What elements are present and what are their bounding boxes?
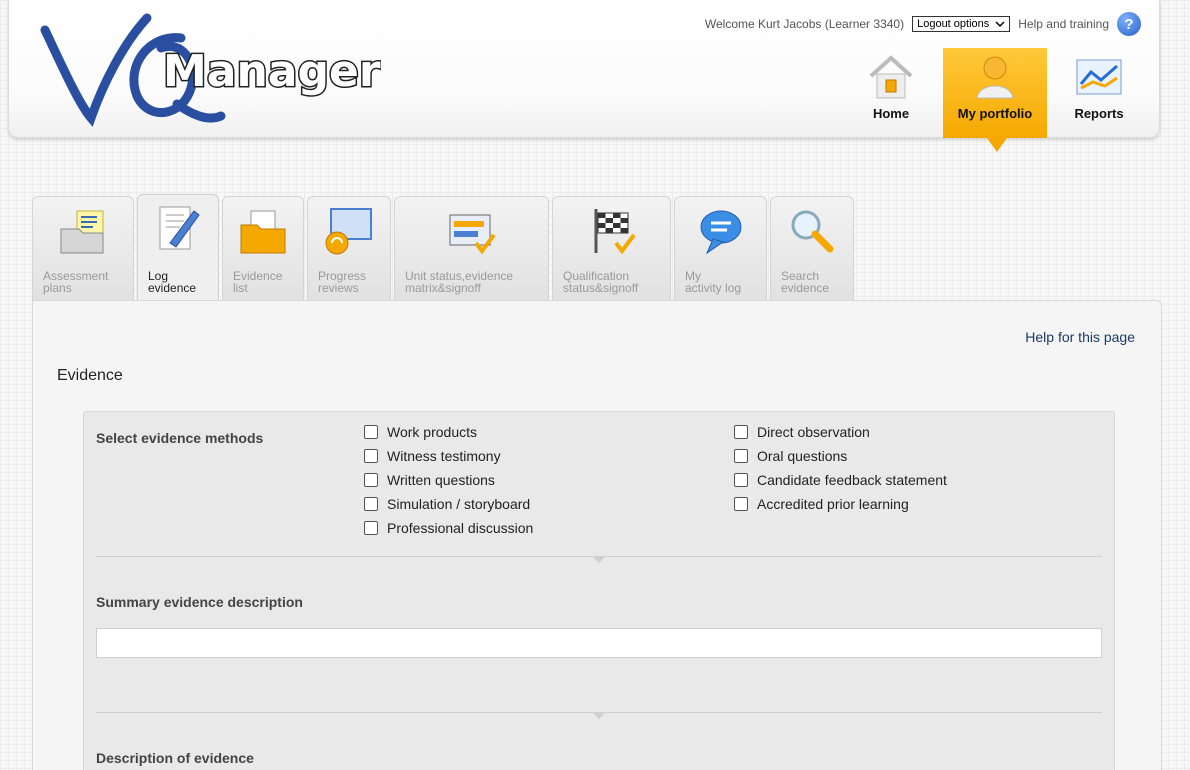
tab-assessment-plans[interactable]: Assessment plans — [32, 196, 134, 300]
logout-options-label: Logout options — [917, 18, 990, 30]
method-accredited-prior-learning[interactable]: Accredited prior learning — [734, 492, 947, 516]
help-for-this-page-link[interactable]: Help for this page — [1025, 329, 1135, 345]
top-bar: Welcome Kurt Jacobs (Learner 3340) Logou… — [705, 12, 1141, 36]
section-divider — [96, 556, 1102, 563]
chart-icon — [1076, 59, 1122, 95]
speech-bubble-icon — [700, 210, 741, 255]
checkbox[interactable] — [364, 473, 378, 487]
svg-text:Manager: Manager — [163, 46, 381, 97]
folder-checklist-icon — [60, 210, 104, 254]
method-label: Accredited prior learning — [757, 496, 909, 512]
method-witness-testimony[interactable]: Witness testimony — [364, 444, 533, 468]
checkbox[interactable] — [364, 497, 378, 511]
method-label: Work products — [387, 424, 477, 440]
checkbox[interactable] — [734, 473, 748, 487]
tab-evidence-list[interactable]: Evidence list — [222, 196, 304, 300]
methods-column-right: Direct observation Oral questions Candid… — [734, 420, 947, 516]
help-icon[interactable]: ? — [1117, 12, 1141, 36]
methods-column-left: Work products Witness testimony Written … — [364, 420, 533, 540]
summary-label: Summary evidence description — [96, 594, 303, 610]
logout-options-dropdown[interactable]: Logout options — [912, 16, 1011, 32]
nav-my-portfolio-label: My portfolio — [957, 106, 1033, 121]
method-simulation-storyboard[interactable]: Simulation / storyboard — [364, 492, 533, 516]
method-written-questions[interactable]: Written questions — [364, 468, 533, 492]
nav-reports-label: Reports — [1074, 106, 1124, 121]
home-icon — [869, 55, 913, 99]
nav-my-portfolio[interactable]: My portfolio — [943, 48, 1047, 152]
method-label: Professional discussion — [387, 520, 534, 536]
tab-qualification-status-label: Qualification status&signoff — [563, 269, 639, 295]
method-label: Simulation / storyboard — [387, 496, 531, 512]
tab-log-evidence[interactable]: Log evidence — [137, 194, 219, 300]
document-pen-icon — [159, 206, 200, 250]
vqmanager-logo[interactable]: Manager — [31, 4, 381, 132]
tab-qualification-status[interactable]: Qualification status&signoff — [552, 196, 671, 300]
nav-reports[interactable]: Reports — [1047, 48, 1151, 138]
tab-unit-status-label: Unit status,evidence matrix&signoff — [405, 269, 514, 295]
tab-unit-status[interactable]: Unit status,evidence matrix&signoff — [394, 196, 549, 300]
checkered-flag-icon — [594, 209, 636, 255]
description-label: Description of evidence — [96, 750, 254, 766]
tab-evidence-list-label: Evidence list — [233, 269, 283, 295]
tab-search-evidence-label: Search evidence — [781, 269, 830, 295]
method-direct-observation[interactable]: Direct observation — [734, 420, 947, 444]
tab-log-evidence-label: Log evidence — [148, 269, 197, 295]
method-label: Oral questions — [757, 448, 848, 464]
method-candidate-feedback[interactable]: Candidate feedback statement — [734, 468, 947, 492]
header: Manager Welcome Kurt Jacobs (Learner 334… — [8, 0, 1160, 152]
tab-my-activity-log-label: My activity log — [685, 269, 742, 295]
method-label: Written questions — [387, 472, 495, 488]
welcome-text: Welcome Kurt Jacobs (Learner 3340) — [704, 17, 905, 31]
window-check-icon — [449, 214, 496, 255]
checkbox[interactable] — [364, 521, 378, 535]
checkbox[interactable] — [734, 497, 748, 511]
tab-assessment-plans-label: Assessment plans — [43, 269, 109, 295]
method-professional-discussion[interactable]: Professional discussion — [364, 516, 533, 540]
tab-progress-reviews[interactable]: Progress reviews — [307, 196, 391, 300]
nav-home[interactable]: Home — [839, 48, 943, 138]
page-title: Evidence — [57, 367, 123, 384]
help-and-training-link[interactable]: Help and training — [1018, 17, 1109, 31]
chevron-down-icon — [995, 20, 1005, 27]
section-tabs: Assessment plans Log evidence Evidence l… — [32, 194, 854, 302]
method-label: Witness testimony — [387, 448, 501, 464]
tab-my-activity-log[interactable]: My activity log — [674, 196, 767, 300]
main-panel: Help for this page Evidence Select evide… — [32, 300, 1162, 770]
checkbox[interactable] — [734, 425, 748, 439]
magnifier-icon — [791, 210, 834, 253]
method-work-products[interactable]: Work products — [364, 420, 533, 444]
tab-search-evidence[interactable]: Search evidence — [770, 196, 854, 300]
section-divider — [96, 712, 1102, 719]
checkbox[interactable] — [734, 449, 748, 463]
method-label: Direct observation — [757, 424, 870, 440]
evidence-form: Select evidence methods Work products Wi… — [83, 411, 1115, 770]
nav-home-label: Home — [872, 106, 910, 121]
folder-icon — [240, 210, 286, 254]
main-nav: Home My portfolio Reports — [839, 48, 1151, 152]
reviews-icon — [325, 208, 372, 255]
tab-progress-reviews-label: Progress reviews — [318, 269, 367, 295]
method-oral-questions[interactable]: Oral questions — [734, 444, 947, 468]
method-label: Candidate feedback statement — [757, 472, 947, 488]
methods-label: Select evidence methods — [96, 430, 264, 446]
checkbox[interactable] — [364, 425, 378, 439]
summary-description-input[interactable] — [96, 628, 1102, 658]
checkbox[interactable] — [364, 449, 378, 463]
user-icon — [976, 56, 1014, 99]
